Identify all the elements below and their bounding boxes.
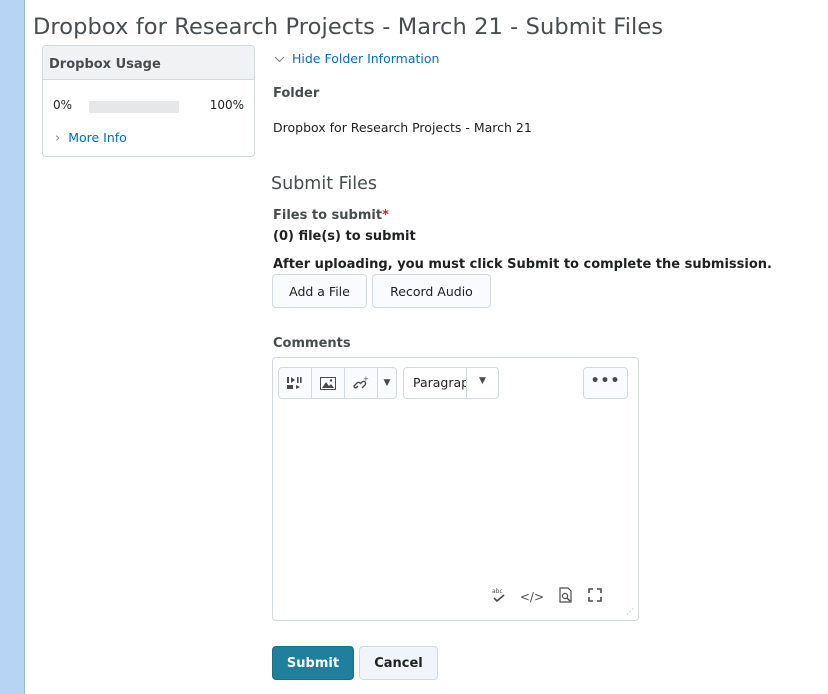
hide-folder-info-link[interactable]: Hide Folder Information — [274, 51, 439, 66]
usage-progress-bar — [89, 101, 179, 113]
fullscreen-icon[interactable] — [588, 588, 602, 605]
usage-widget-title: Dropbox Usage — [43, 46, 254, 80]
files-to-submit-label: Files to submit* — [273, 208, 389, 223]
record-audio-button[interactable]: Record Audio — [372, 274, 491, 308]
submit-button[interactable]: Submit — [272, 646, 354, 680]
chevron-right-icon: › — [55, 131, 61, 146]
link-icon[interactable]: + — [345, 368, 378, 398]
add-file-button[interactable]: Add a File — [272, 274, 367, 308]
usage-min-label: 0% — [53, 98, 73, 112]
preview-icon[interactable] — [558, 587, 574, 606]
more-options-button[interactable]: ••• — [583, 367, 628, 399]
folder-label: Folder — [273, 86, 320, 101]
more-info-link[interactable]: › More Info — [55, 130, 127, 146]
hide-folder-info-label: Hide Folder Information — [292, 51, 440, 66]
more-info-label: More Info — [68, 130, 127, 145]
usage-meter: 0% 100% — [53, 98, 244, 114]
editor-status-bar: abc </> — [492, 587, 628, 606]
folder-name: Dropbox for Research Projects - March 21 — [273, 120, 532, 135]
image-icon[interactable] — [312, 368, 345, 398]
dropbox-usage-widget: Dropbox Usage 0% 100% › More Info — [42, 45, 255, 157]
svg-text:+: + — [363, 375, 369, 383]
usage-max-label: 100% — [209, 98, 244, 112]
source-code-icon[interactable]: </> — [520, 590, 544, 604]
svg-text:abc: abc — [492, 588, 503, 595]
chevron-down-icon — [274, 51, 285, 66]
after-upload-note: After uploading, you must click Submit t… — [273, 257, 772, 272]
chevron-down-icon[interactable]: ▼ — [378, 368, 396, 398]
cancel-button[interactable]: Cancel — [359, 646, 438, 680]
submit-files-heading: Submit Files — [271, 174, 378, 194]
required-marker: * — [382, 208, 389, 223]
media-icon[interactable] — [279, 368, 312, 398]
comments-editor[interactable]: + ▼ Paragraph ▼ ••• abc </> ⋰ — [272, 357, 639, 621]
page-title: Dropbox for Research Projects - March 21… — [33, 14, 664, 40]
files-count: (0) file(s) to submit — [273, 229, 416, 244]
comments-label: Comments — [273, 336, 351, 351]
editor-insert-toolbar: + ▼ — [278, 367, 397, 399]
spellcheck-icon[interactable]: abc — [492, 587, 506, 606]
resize-handle-icon[interactable]: ⋰ — [626, 607, 634, 616]
files-to-submit-text: Files to submit — [273, 208, 383, 223]
format-select[interactable]: Paragraph ▼ — [403, 367, 499, 399]
format-dropdown-icon: ▼ — [466, 368, 498, 398]
page-container: Dropbox for Research Projects - March 21… — [24, 0, 828, 694]
